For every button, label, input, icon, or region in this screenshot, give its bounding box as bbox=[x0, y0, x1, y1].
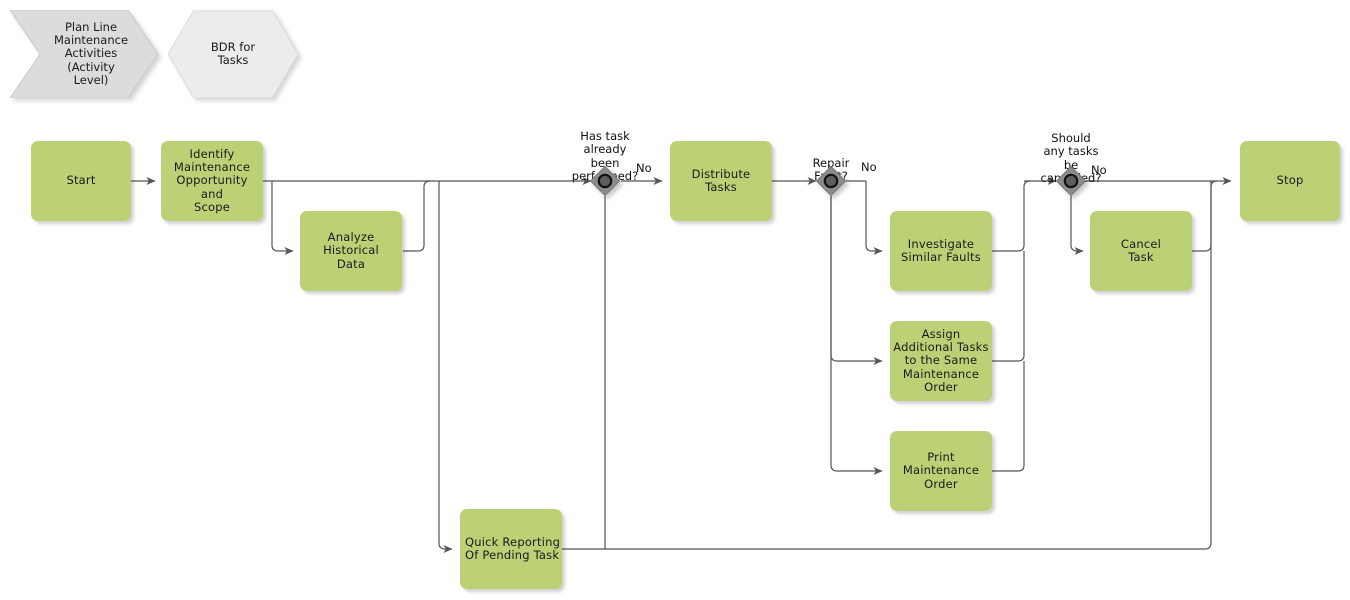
task-distribute-tasks[interactable]: Distribute Tasks bbox=[670, 141, 772, 221]
process-diagram-canvas: Plan Line Maintenance Activities (Activi… bbox=[0, 0, 1350, 600]
edge-gateway2-to-assign bbox=[830, 196, 883, 365]
edge-identify-to-analyze bbox=[271, 181, 294, 255]
complex-gateway-icon bbox=[815, 165, 847, 197]
task-identify-maintenance-opportunity[interactable]: Identify Maintenance Opportunity and Sco… bbox=[161, 141, 263, 221]
task-assign-additional-tasks[interactable]: Assign Additional Tasks to the Same Main… bbox=[890, 321, 992, 401]
task-label: Assign Additional Tasks to the Same Main… bbox=[893, 326, 989, 394]
edge-assign-merge bbox=[992, 251, 1025, 362]
breadcrumb-bdr-for-tasks[interactable]: BDR for Tasks bbox=[168, 10, 298, 98]
task-label: Identify Maintenance Opportunity and Sco… bbox=[173, 146, 251, 214]
task-label: Start bbox=[66, 173, 96, 188]
task-analyze-historical-data[interactable]: Analyze Historical Data bbox=[300, 211, 402, 291]
edge-analyze-rejoin bbox=[403, 180, 431, 252]
edge-print-merge bbox=[992, 361, 1025, 472]
edge-label-text: No bbox=[861, 160, 877, 174]
breadcrumb-label: BDR for Tasks bbox=[210, 39, 256, 67]
task-label: Investigate Similar Faults bbox=[901, 236, 981, 264]
edge-label-text: No bbox=[1091, 163, 1107, 177]
edge-gateway3-to-cancel bbox=[1070, 196, 1084, 255]
edge-label-no-gateway3: No bbox=[1091, 164, 1107, 177]
task-label: Distribute Tasks bbox=[691, 166, 751, 194]
task-label: Quick Reporting Of Pending Task bbox=[465, 534, 561, 562]
gateway-has-task-performed[interactable] bbox=[589, 165, 621, 197]
edge-label-no-gateway2: No bbox=[861, 161, 877, 174]
task-label: Stop bbox=[1276, 173, 1304, 188]
complex-gateway-icon bbox=[589, 165, 621, 197]
edge-gateway2-to-investigate bbox=[846, 180, 883, 255]
task-label: Analyze Historical Data bbox=[323, 230, 379, 271]
edge-label-text: No bbox=[636, 161, 652, 175]
complex-gateway-icon bbox=[1055, 165, 1087, 197]
breadcrumb-label: Plan Line Maintenance Activities (Activi… bbox=[53, 19, 129, 87]
edge-label-no-gateway1: No bbox=[636, 162, 652, 175]
gateway-repair-fault[interactable] bbox=[815, 165, 847, 197]
task-label: Cancel Task bbox=[1120, 236, 1162, 264]
edge-gateway2-to-print bbox=[830, 196, 883, 475]
task-cancel-task[interactable]: Cancel Task bbox=[1090, 211, 1192, 291]
task-start[interactable]: Start bbox=[31, 141, 131, 221]
task-stop[interactable]: Stop bbox=[1240, 141, 1340, 221]
edge-trunk-to-quick-report bbox=[438, 181, 453, 553]
task-investigate-similar-faults[interactable]: Investigate Similar Faults bbox=[890, 211, 992, 291]
task-label: Print Maintenance Order bbox=[902, 450, 980, 491]
breadcrumb-plan-line-maintenance[interactable]: Plan Line Maintenance Activities (Activi… bbox=[10, 10, 158, 98]
task-quick-reporting-of-pending-task[interactable]: Quick Reporting Of Pending Task bbox=[460, 509, 562, 589]
task-print-maintenance-order[interactable]: Print Maintenance Order bbox=[890, 431, 992, 511]
edge-investigate-merge bbox=[992, 180, 1031, 252]
gateway-should-any-tasks-be-cancelled[interactable] bbox=[1055, 165, 1087, 197]
edge-cancel-merge bbox=[1192, 180, 1218, 252]
